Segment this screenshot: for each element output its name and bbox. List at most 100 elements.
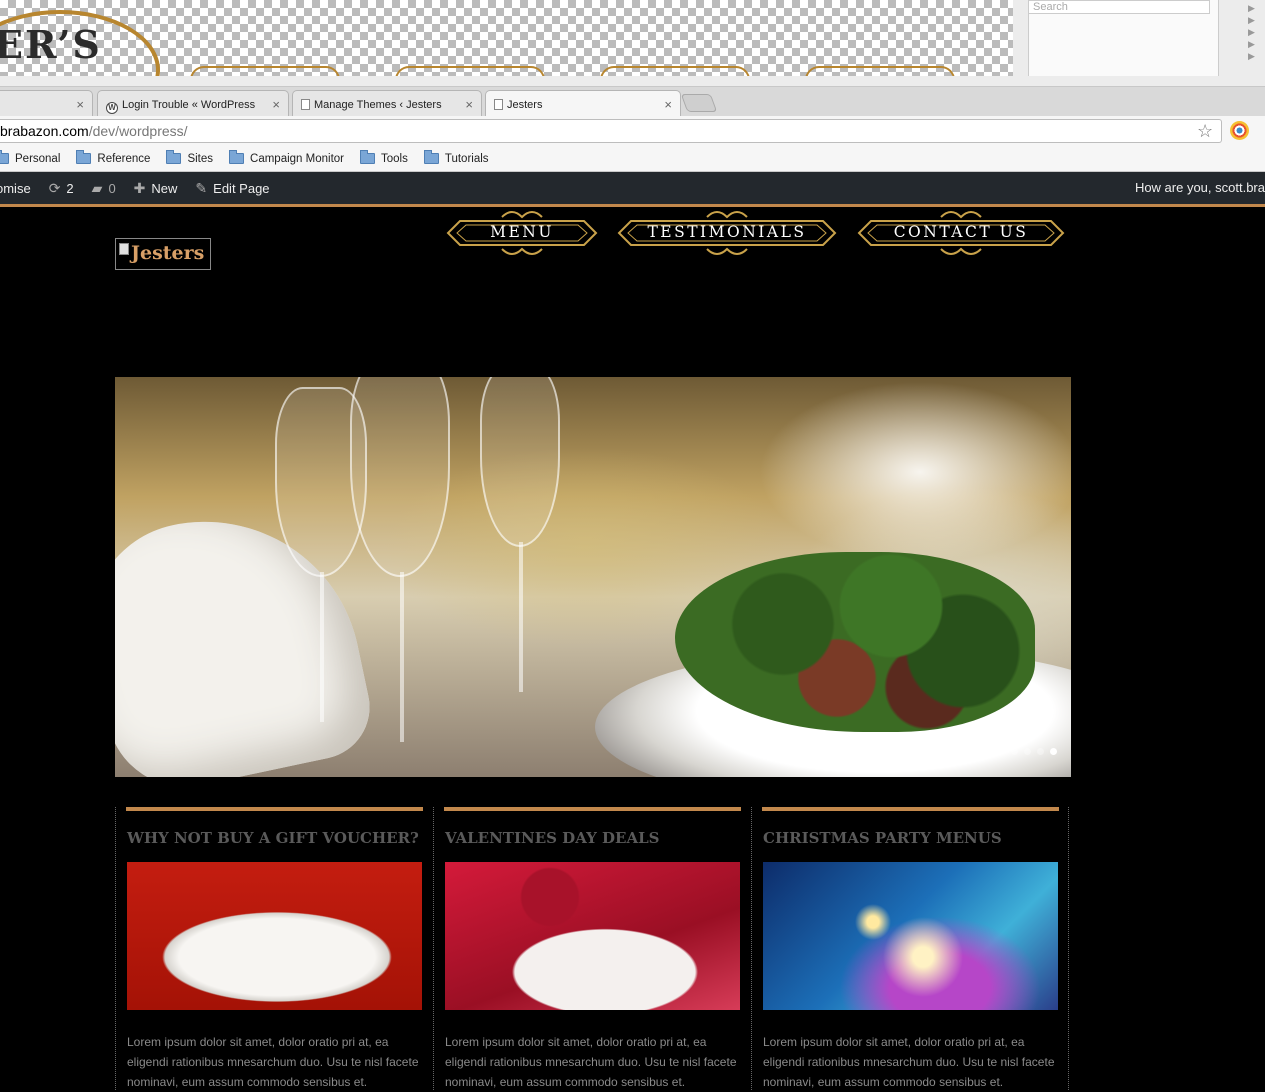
new-tab-button[interactable] xyxy=(680,94,718,112)
nav-label: MENU xyxy=(490,223,554,241)
hero-slider-image[interactable] xyxy=(115,377,1071,777)
slider-dot[interactable] xyxy=(1050,748,1057,755)
site-page: Jesters MENU TESTIMONIALS CONTACT US WHY… xyxy=(0,207,1265,1090)
nav-label: TESTIMONIALS xyxy=(647,223,807,241)
plus-icon: ✚ xyxy=(133,179,146,196)
slider-dot[interactable] xyxy=(1011,748,1018,755)
column-accent-rule xyxy=(444,807,741,811)
address-path: /dev/wordpress/ xyxy=(88,123,188,139)
logo-alt-text: Jesters xyxy=(131,242,205,264)
glass-stem-shape xyxy=(400,572,404,742)
tab-strip: × W Login Trouble « WordPress × Manage Th… xyxy=(0,86,1265,118)
folder-icon xyxy=(229,150,245,164)
wp-admin-bar: omise ⟳2 ▰0 ✚New ✎Edit Page How are you,… xyxy=(0,172,1265,204)
background-window: ER’S Search ▶ ▶ ▶ ▶ ▶ xyxy=(0,0,1265,88)
column-body: Lorem ipsum dolor sit amet, dolor oratio… xyxy=(763,1035,1055,1089)
column-title[interactable]: WHY NOT BUY A GIFT VOUCHER? xyxy=(127,829,419,847)
comments-count: 0 xyxy=(108,180,116,196)
new-label: New xyxy=(151,180,178,196)
slider-dot[interactable] xyxy=(1037,748,1044,755)
background-search-input[interactable]: Search xyxy=(1028,0,1210,14)
tab-label: Login Trouble « WordPress xyxy=(122,99,256,111)
bookmark-personal[interactable]: Personal xyxy=(0,150,61,165)
extension-icon[interactable] xyxy=(1230,121,1249,140)
bookmark-label: Tools xyxy=(381,152,408,165)
bookmark-star-icon[interactable]: ☆ xyxy=(1197,121,1213,142)
promo-column-christmas: CHRISTMAS PARTY MENUS Lorem ipsum dolor … xyxy=(751,807,1069,1090)
admin-site-name[interactable]: omise xyxy=(0,181,31,196)
tab-manage-themes[interactable]: Manage Themes ‹ Jesters × xyxy=(292,90,482,117)
promo-column-valentines: VALENTINES DAY DEALS Lorem ipsum dolor s… xyxy=(433,807,751,1090)
background-logo-text: ER’S xyxy=(0,22,102,67)
close-icon[interactable]: × xyxy=(664,97,672,112)
bookmark-tutorials[interactable]: Tutorials xyxy=(423,150,489,165)
column-accent-rule xyxy=(126,807,423,811)
valentines-image[interactable] xyxy=(445,862,740,1010)
updates-count: 2 xyxy=(66,180,74,196)
bookmark-label: Tutorials xyxy=(444,152,489,165)
admin-account-greeting[interactable]: How are you, scott.bra xyxy=(1135,172,1265,204)
slider-pagination xyxy=(1011,748,1057,755)
glass-stem-shape xyxy=(519,542,523,692)
wordpress-icon: W xyxy=(106,102,118,114)
admin-comments[interactable]: ▰ 0 xyxy=(92,180,116,197)
edit-page-label: Edit Page xyxy=(213,180,270,196)
folder-icon xyxy=(76,150,92,164)
tab-label: Jesters xyxy=(507,99,543,111)
tab-login-trouble[interactable]: W Login Trouble « WordPress × xyxy=(97,90,289,117)
wine-glass-shape xyxy=(350,377,450,577)
folder-icon xyxy=(166,150,182,164)
updates-icon: ⟳ xyxy=(48,179,61,196)
folder-icon xyxy=(423,150,439,164)
bookmarks-bar: Personal Reference Sites Campaign Monito… xyxy=(0,146,1265,172)
close-icon[interactable]: × xyxy=(76,97,84,112)
christmas-image[interactable] xyxy=(763,862,1058,1010)
admin-updates[interactable]: ⟳ 2 xyxy=(49,180,74,197)
background-divider xyxy=(1218,0,1219,76)
comment-icon: ▰ xyxy=(91,179,103,196)
wine-glass-shape xyxy=(480,377,560,547)
site-logo-link[interactable]: Jesters xyxy=(115,238,211,270)
slider-dot[interactable] xyxy=(1024,748,1031,755)
close-icon[interactable]: × xyxy=(272,97,280,112)
document-icon xyxy=(301,99,310,110)
nav-testimonials[interactable]: TESTIMONIALS xyxy=(617,207,837,259)
bookmark-sites[interactable]: Sites xyxy=(166,150,214,165)
column-title[interactable]: VALENTINES DAY DEALS xyxy=(445,829,659,847)
tab-jesters[interactable]: Jesters × xyxy=(485,90,681,118)
site-name-label: omise xyxy=(0,180,31,196)
column-body: Lorem ipsum dolor sit amet, dolor oratio… xyxy=(445,1035,737,1089)
folder-icon xyxy=(360,150,375,164)
breakfast-image[interactable] xyxy=(127,862,422,1010)
background-nav-plaques xyxy=(190,66,955,76)
nav-menu[interactable]: MENU xyxy=(446,207,598,259)
column-title[interactable]: CHRISTMAS PARTY MENUS xyxy=(763,829,1002,847)
close-icon[interactable]: × xyxy=(465,97,473,112)
column-body: Lorem ipsum dolor sit amet, dolor oratio… xyxy=(127,1035,419,1089)
bookmark-reference[interactable]: Reference xyxy=(76,150,151,165)
broken-image-icon xyxy=(119,243,129,255)
background-canvas: ER’S xyxy=(0,0,1013,76)
admin-new[interactable]: ✚ New xyxy=(134,180,178,197)
bookmark-label: Sites xyxy=(187,152,214,165)
promo-columns: WHY NOT BUY A GIFT VOUCHER? Lorem ipsum … xyxy=(115,807,1071,1090)
folder-icon xyxy=(0,150,9,164)
nav-contact-us[interactable]: CONTACT US xyxy=(857,207,1065,259)
bookmark-campaign-monitor[interactable]: Campaign Monitor xyxy=(229,150,344,165)
admin-edit-page[interactable]: ✎ Edit Page xyxy=(195,180,269,197)
bookmark-tools[interactable]: Tools xyxy=(360,150,408,165)
tab-1[interactable]: × xyxy=(0,90,93,117)
document-icon xyxy=(494,99,503,110)
bookmark-label: Personal xyxy=(15,152,61,165)
promo-column-gift-voucher: WHY NOT BUY A GIFT VOUCHER? Lorem ipsum … xyxy=(115,807,433,1090)
bookmark-label: Campaign Monitor xyxy=(250,152,344,165)
column-accent-rule xyxy=(762,807,1059,811)
bookmark-label: Reference xyxy=(97,152,151,165)
address-host: brabazon.com xyxy=(0,123,89,139)
background-disclosure-icons: ▶ ▶ ▶ ▶ ▶ xyxy=(1248,3,1255,61)
pencil-icon: ✎ xyxy=(195,179,208,196)
browser-toolbar: brabazon.com/dev/wordpress/ ☆ xyxy=(0,116,1265,146)
glass-stem-shape xyxy=(320,572,324,722)
address-bar[interactable]: brabazon.com/dev/wordpress/ xyxy=(0,119,1222,143)
tab-label: Manage Themes ‹ Jesters xyxy=(314,99,442,111)
